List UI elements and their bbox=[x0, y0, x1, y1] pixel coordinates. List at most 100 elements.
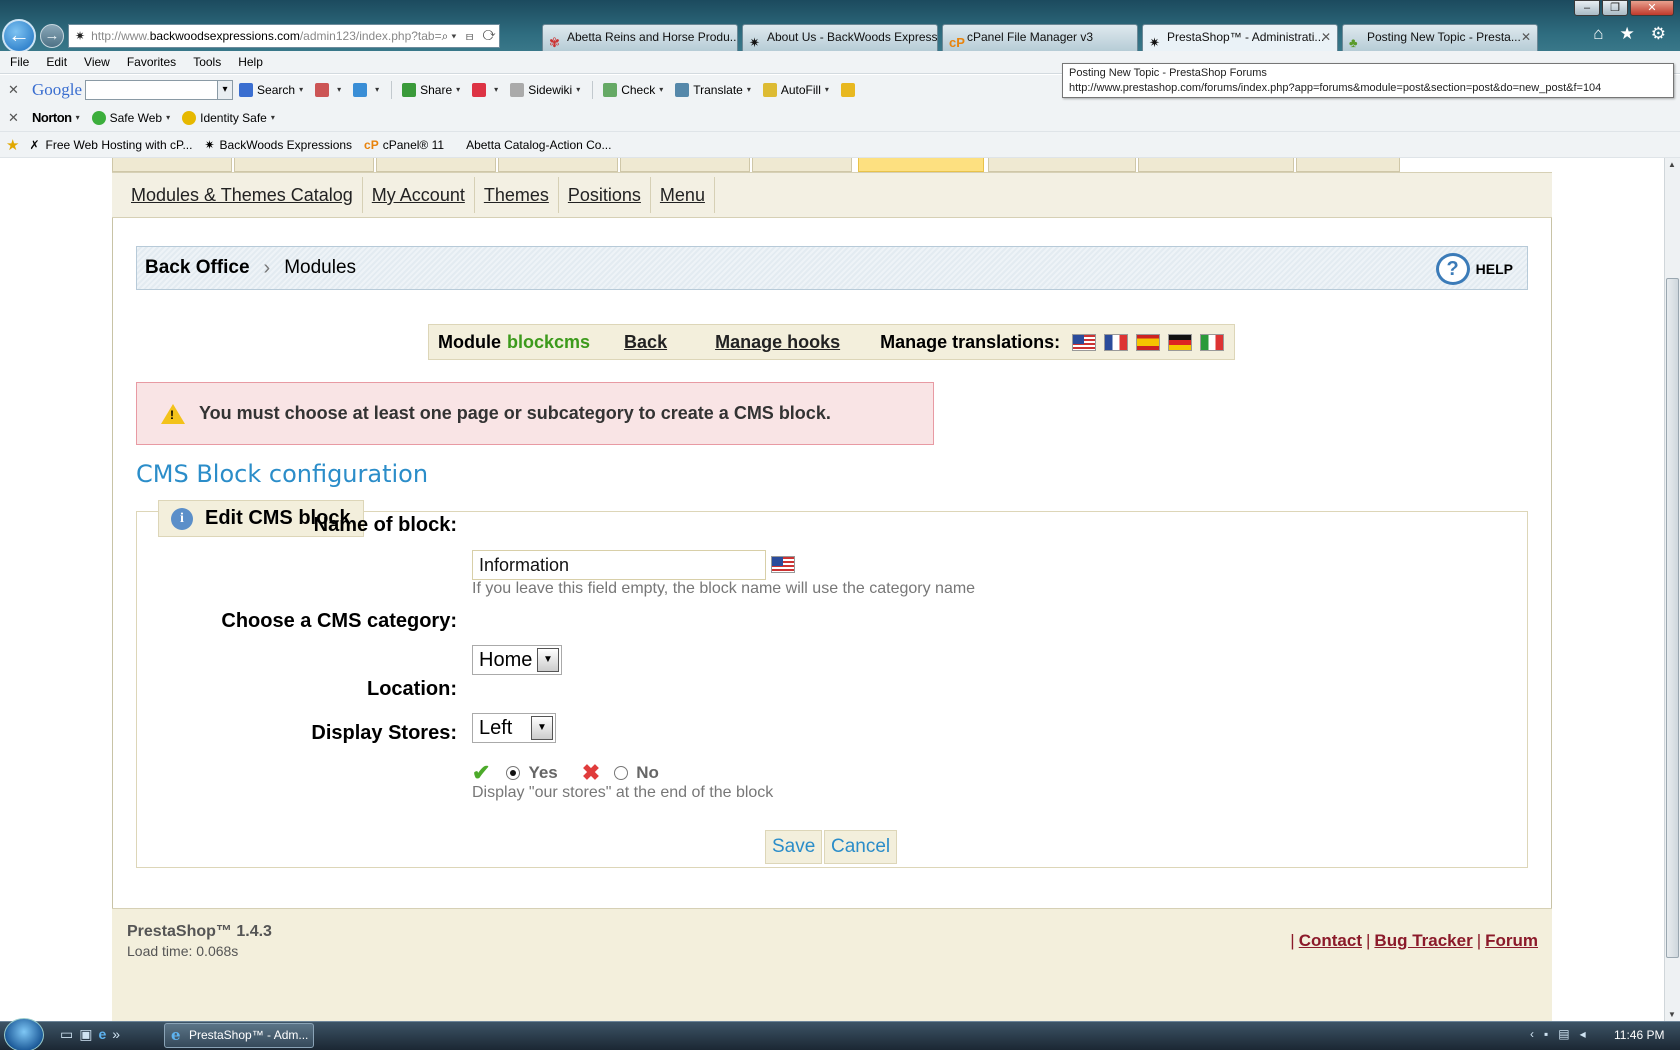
translate-button[interactable]: Translate ▾ bbox=[675, 82, 751, 97]
address-bar[interactable]: ✷ http://www. backwoodsexpressions.com/ad… bbox=[68, 24, 500, 48]
autofill-button[interactable]: AutoFill ▾ bbox=[762, 82, 829, 97]
menu-file[interactable]: File bbox=[10, 55, 29, 69]
show-desktop-icon[interactable]: ▭ bbox=[60, 1026, 73, 1043]
admin-tab[interactable] bbox=[234, 158, 374, 172]
browser-tab[interactable]: ♣ Posting New Topic - Presta... ✕ bbox=[1342, 24, 1538, 51]
flag-us-icon[interactable] bbox=[1072, 333, 1097, 351]
menu-view[interactable]: View bbox=[84, 55, 110, 69]
more-icon[interactable]: » bbox=[112, 1026, 120, 1043]
favorite-link[interactable]: Abetta Catalog-Action Co... bbox=[466, 138, 611, 152]
address-controls-icon[interactable]: ⌕▾ ⊟ ⟳ ✕ bbox=[442, 29, 499, 44]
safe-web-button[interactable]: Safe Web ▾ bbox=[91, 110, 170, 125]
subnav-my-account[interactable]: My Account bbox=[363, 177, 475, 213]
help-button[interactable]: ? HELP bbox=[1435, 253, 1513, 285]
google-search-button[interactable]: Search ▾ bbox=[239, 82, 303, 97]
admin-tab-modules-active[interactable] bbox=[858, 158, 984, 172]
pencil-button[interactable] bbox=[840, 82, 859, 97]
close-window-button[interactable]: ✕ bbox=[1630, 0, 1674, 16]
contact-link[interactable]: Contact bbox=[1299, 931, 1362, 950]
tray-arrow-icon[interactable]: ‹ bbox=[1530, 1027, 1534, 1041]
home-icon[interactable]: ⌂ bbox=[1593, 24, 1603, 44]
subnav-catalog[interactable]: Modules & Themes Catalog bbox=[122, 177, 363, 213]
stores-no-radio[interactable] bbox=[614, 766, 629, 780]
sidewiki-button[interactable]: Sidewiki ▾ bbox=[510, 82, 580, 97]
menu-help[interactable]: Help bbox=[238, 55, 263, 69]
flag-es-icon[interactable] bbox=[1136, 333, 1161, 351]
stores-yes-label[interactable]: Yes bbox=[528, 763, 557, 783]
location-select[interactable]: Left ▼ bbox=[472, 713, 556, 743]
popup-blocker-button[interactable]: ▾ bbox=[472, 82, 498, 97]
cancel-button[interactable]: Cancel bbox=[824, 830, 898, 864]
vertical-scrollbar[interactable]: ▲ ▼ bbox=[1664, 158, 1680, 1021]
admin-tab[interactable] bbox=[988, 158, 1136, 172]
back-button[interactable]: ← bbox=[2, 19, 36, 53]
subnav-themes[interactable]: Themes bbox=[475, 177, 559, 213]
toolbar-options[interactable]: ▾ bbox=[315, 82, 341, 97]
tray-norton-icon[interactable]: ▪ bbox=[1544, 1027, 1548, 1041]
subnav-menu[interactable]: Menu bbox=[651, 177, 715, 213]
tray-network-icon[interactable]: ▤ bbox=[1558, 1027, 1569, 1041]
norton-menu[interactable]: Norton ▾ bbox=[32, 110, 80, 125]
toolbar-label: Sidewiki bbox=[528, 82, 573, 97]
clock[interactable]: 11:46 PM bbox=[1614, 1028, 1664, 1042]
admin-tab[interactable] bbox=[498, 158, 618, 172]
cms-category-select[interactable]: Home ▼ bbox=[472, 645, 562, 675]
admin-tab[interactable] bbox=[112, 158, 232, 172]
browser-tab-active[interactable]: ✷ PrestaShop™ - Administrati... ✕ bbox=[1142, 24, 1338, 51]
browser-tab[interactable]: cP cPanel File Manager v3 bbox=[942, 24, 1138, 51]
favorite-link[interactable]: ✷ BackWoods Expressions bbox=[204, 138, 352, 152]
bug-tracker-link[interactable]: Bug Tracker bbox=[1374, 931, 1472, 950]
close-tab-icon[interactable]: ✕ bbox=[1321, 25, 1331, 50]
restore-button[interactable]: ❐ bbox=[1602, 0, 1628, 16]
close-toolbar-icon[interactable]: ✕ bbox=[8, 82, 22, 98]
block-name-input[interactable] bbox=[472, 550, 766, 580]
menu-favorites[interactable]: Favorites bbox=[127, 55, 176, 69]
back-link[interactable]: Back bbox=[624, 332, 667, 353]
tray-volume-icon[interactable]: ◂ bbox=[1580, 1027, 1586, 1041]
scroll-down-icon[interactable]: ▼ bbox=[1668, 1010, 1676, 1019]
forum-link[interactable]: Forum bbox=[1485, 931, 1538, 950]
forward-button[interactable]: → bbox=[40, 24, 64, 48]
menu-tools[interactable]: Tools bbox=[193, 55, 221, 69]
ie-icon[interactable]: e bbox=[98, 1026, 106, 1043]
save-button[interactable]: Save bbox=[765, 830, 823, 864]
favorite-link[interactable]: ✗ Free Web Hosting with cP... bbox=[29, 138, 192, 152]
admin-tab[interactable] bbox=[376, 158, 496, 172]
admin-tab[interactable] bbox=[620, 158, 750, 172]
flag-de-icon[interactable] bbox=[1168, 333, 1193, 351]
flag-it-icon[interactable] bbox=[1200, 333, 1225, 351]
share-button[interactable]: Share ▾ bbox=[402, 82, 460, 97]
switch-windows-icon[interactable]: ▣ bbox=[79, 1026, 92, 1043]
check-button[interactable]: Check ▾ bbox=[603, 82, 663, 97]
browser-tab[interactable]: ✷ About Us - BackWoods Express... bbox=[742, 24, 938, 51]
manage-hooks-link[interactable]: Manage hooks bbox=[715, 332, 840, 353]
scrollbar-thumb[interactable] bbox=[1666, 278, 1679, 958]
scroll-up-icon[interactable]: ▲ bbox=[1668, 160, 1676, 169]
admin-tab[interactable] bbox=[752, 158, 852, 172]
breadcrumb-root[interactable]: Back Office bbox=[145, 257, 250, 279]
close-tab-icon[interactable]: ✕ bbox=[1521, 25, 1531, 50]
flag-us-icon[interactable] bbox=[771, 556, 795, 573]
taskbar-item-ie[interactable]: PrestaShop™ - Adm... bbox=[164, 1023, 314, 1048]
stores-yes-radio[interactable] bbox=[506, 766, 521, 780]
gear-icon[interactable]: ⚙ bbox=[1651, 24, 1666, 44]
chevron-down-icon[interactable]: ▼ bbox=[531, 716, 553, 740]
flag-fr-icon[interactable] bbox=[1104, 333, 1129, 351]
toolbar-add[interactable]: ▾ bbox=[353, 82, 379, 97]
admin-tab[interactable] bbox=[1296, 158, 1400, 172]
favorites-star-icon[interactable]: ★ bbox=[6, 136, 19, 154]
browser-tab[interactable]: ✾ Abetta Reins and Horse Produ... bbox=[542, 24, 738, 51]
help-label: HELP bbox=[1475, 261, 1513, 277]
stores-no-label[interactable]: No bbox=[636, 763, 659, 783]
subnav-positions[interactable]: Positions bbox=[559, 177, 651, 213]
google-search-input[interactable] bbox=[85, 79, 234, 100]
minimize-button[interactable]: – bbox=[1574, 0, 1600, 16]
favorites-star-icon[interactable]: ★ bbox=[1620, 24, 1635, 44]
close-toolbar-icon[interactable]: ✕ bbox=[8, 110, 22, 126]
identity-safe-button[interactable]: Identity Safe ▾ bbox=[182, 110, 275, 125]
menu-edit[interactable]: Edit bbox=[46, 55, 67, 69]
admin-tab[interactable] bbox=[1138, 158, 1294, 172]
start-button[interactable] bbox=[4, 1018, 44, 1050]
favorite-link[interactable]: cP cPanel® 11 bbox=[364, 138, 444, 152]
chevron-down-icon[interactable]: ▼ bbox=[537, 648, 559, 672]
